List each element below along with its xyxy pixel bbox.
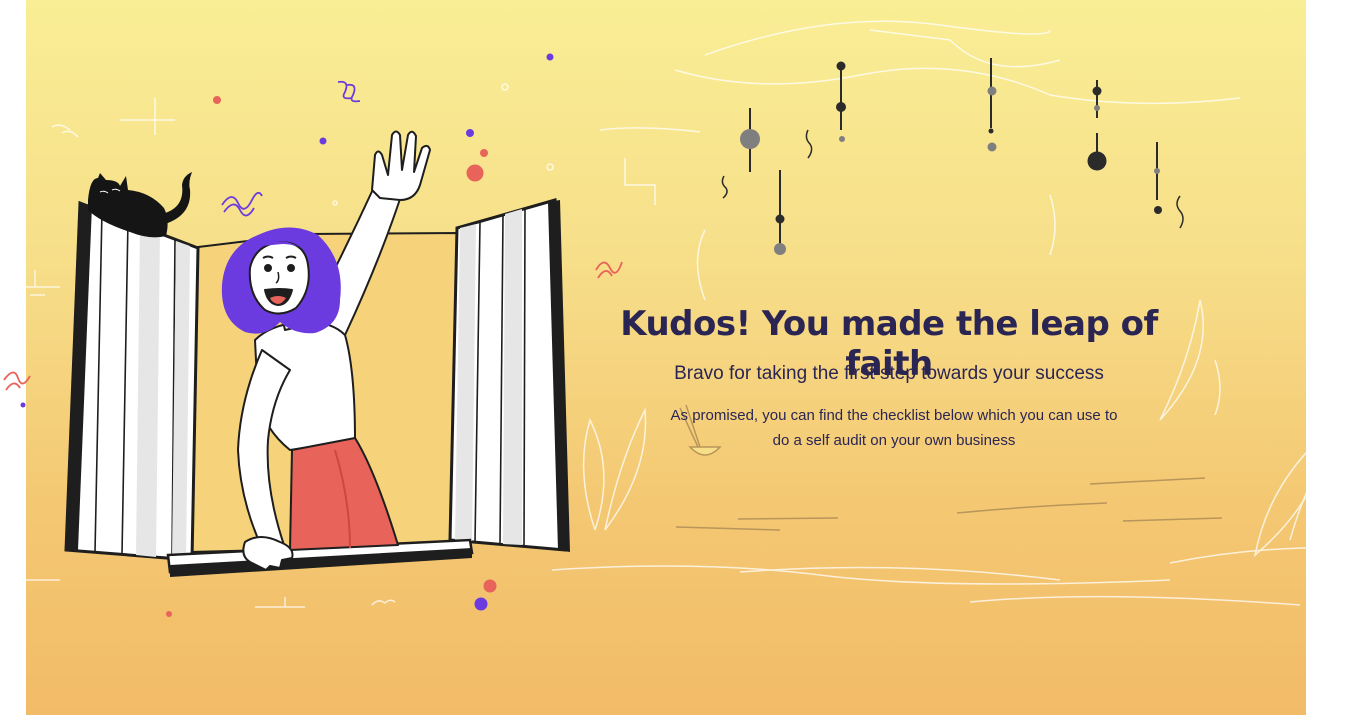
page-subtitle: Bravo for taking the first step towards … <box>674 363 1104 384</box>
checklist-intro-text: As promised, you can find the checklist … <box>670 407 1118 449</box>
